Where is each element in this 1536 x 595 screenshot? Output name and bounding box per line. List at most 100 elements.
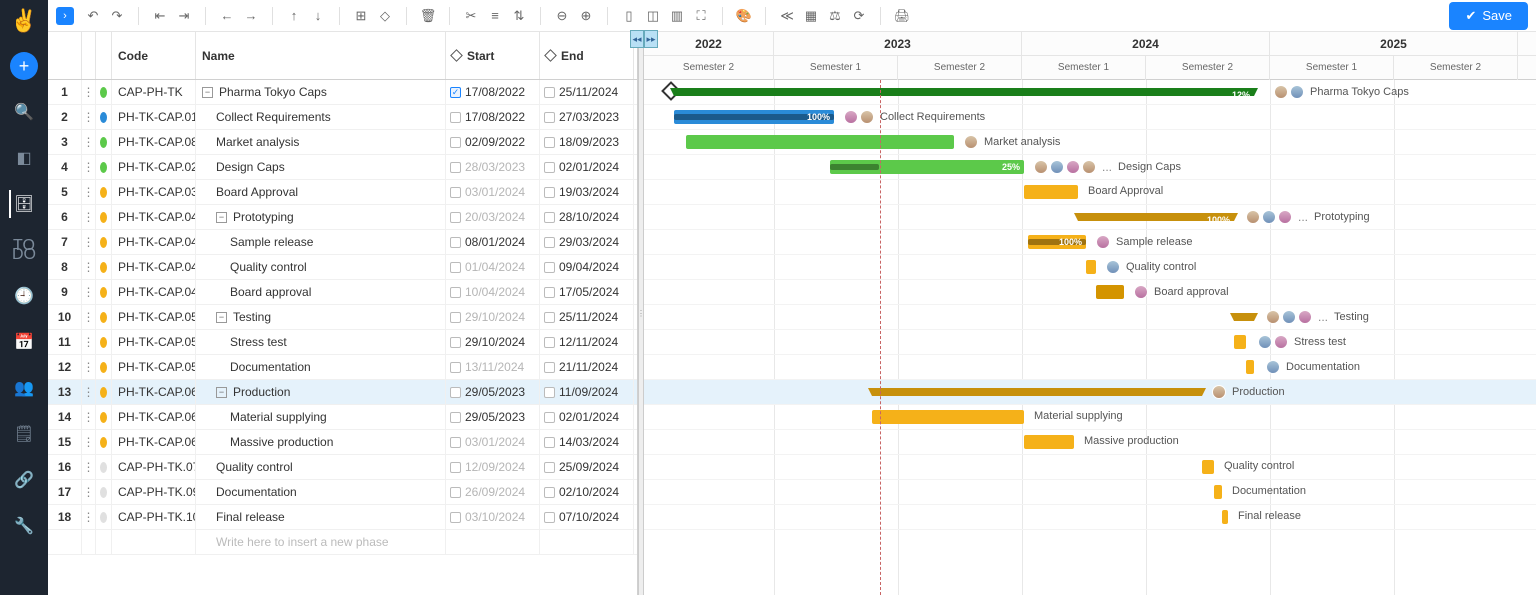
gantt-row[interactable]: 12%Pharma Tokyo Caps bbox=[644, 80, 1536, 105]
gantt-row[interactable]: Production bbox=[644, 380, 1536, 405]
zoom-out-icon[interactable]: ⊖ bbox=[553, 7, 571, 25]
print-icon[interactable]: 🖨 bbox=[893, 7, 911, 25]
end-checkbox[interactable] bbox=[544, 437, 555, 448]
gantt-row[interactable]: Massive production bbox=[644, 430, 1536, 455]
col-start-header[interactable]: Start bbox=[446, 32, 540, 79]
end-checkbox[interactable] bbox=[544, 487, 555, 498]
end-date[interactable]: 29/03/2024 bbox=[540, 230, 634, 254]
end-date[interactable]: 11/09/2024 bbox=[540, 380, 634, 404]
end-date[interactable]: 02/01/2024 bbox=[540, 155, 634, 179]
end-date[interactable]: 02/10/2024 bbox=[540, 480, 634, 504]
gantt-row[interactable]: Stress test bbox=[644, 330, 1536, 355]
end-checkbox[interactable] bbox=[544, 162, 555, 173]
link-icon[interactable]: 🔗 bbox=[10, 466, 38, 494]
task-code[interactable]: PH-TK-CAP.04.0 bbox=[112, 230, 196, 254]
start-date[interactable]: 29/10/2024 bbox=[446, 305, 540, 329]
start-checkbox[interactable] bbox=[450, 162, 461, 173]
start-date[interactable]: ✓17/08/2022 bbox=[446, 80, 540, 104]
start-date[interactable]: 03/01/2024 bbox=[446, 180, 540, 204]
start-date[interactable]: 02/09/2022 bbox=[446, 130, 540, 154]
task-code[interactable]: CAP-PH-TK.07 bbox=[112, 455, 196, 479]
gantt-row[interactable]: 100%...Prototyping bbox=[644, 205, 1536, 230]
end-date[interactable]: 25/11/2024 bbox=[540, 80, 634, 104]
task-name[interactable]: −Production bbox=[196, 380, 446, 404]
task-row[interactable]: 5⋮PH-TK-CAP.03Board Approval03/01/202419… bbox=[48, 180, 637, 205]
more-assignees[interactable]: ... bbox=[1298, 210, 1308, 224]
todo-icon[interactable]: TO DO bbox=[10, 236, 38, 264]
expand-toggle[interactable]: − bbox=[216, 212, 227, 223]
col-code-header[interactable]: Code bbox=[112, 32, 196, 79]
row-menu-icon[interactable]: ⋮ bbox=[82, 205, 96, 229]
end-checkbox[interactable] bbox=[544, 462, 555, 473]
gantt-bar[interactable] bbox=[1234, 313, 1254, 321]
row-menu-icon[interactable]: ⋮ bbox=[82, 430, 96, 454]
gantt-bar[interactable]: 100% bbox=[674, 110, 834, 124]
end-date[interactable]: 17/05/2024 bbox=[540, 280, 634, 304]
gantt-bar[interactable] bbox=[872, 388, 1202, 396]
search-icon[interactable]: 🔍 bbox=[10, 98, 38, 126]
start-date[interactable]: 03/10/2024 bbox=[446, 505, 540, 529]
start-date[interactable]: 29/05/2023 bbox=[446, 405, 540, 429]
gantt-row[interactable]: Board Approval bbox=[644, 180, 1536, 205]
assignee-avatar[interactable] bbox=[1274, 85, 1288, 99]
save-button[interactable]: ✔Save bbox=[1449, 2, 1528, 30]
task-code[interactable]: PH-TK-CAP.04 bbox=[112, 205, 196, 229]
assignee-avatar[interactable] bbox=[860, 110, 874, 124]
end-date[interactable]: 19/03/2024 bbox=[540, 180, 634, 204]
task-name[interactable]: Massive production bbox=[196, 430, 446, 454]
start-checkbox[interactable] bbox=[450, 387, 461, 398]
move-down-icon[interactable]: ↓ bbox=[309, 7, 327, 25]
task-row[interactable]: 7⋮PH-TK-CAP.04.0Sample release08/01/2024… bbox=[48, 230, 637, 255]
sort-icon[interactable]: ⇅ bbox=[510, 7, 528, 25]
row-menu-icon[interactable]: ⋮ bbox=[82, 230, 96, 254]
task-code[interactable]: PH-TK-CAP.06 bbox=[112, 380, 196, 404]
start-date[interactable]: 13/11/2024 bbox=[446, 355, 540, 379]
task-name[interactable]: Board approval bbox=[196, 280, 446, 304]
task-row[interactable]: 2⋮PH-TK-CAP.01Collect Requirements17/08/… bbox=[48, 105, 637, 130]
assignee-avatar[interactable] bbox=[1290, 85, 1304, 99]
redo-icon[interactable]: ↷ bbox=[108, 7, 126, 25]
start-checkbox[interactable] bbox=[450, 237, 461, 248]
outdent-icon[interactable]: ← bbox=[218, 7, 236, 25]
delete-icon[interactable]: 🗑 bbox=[419, 7, 437, 25]
task-code[interactable]: CAP-PH-TK bbox=[112, 80, 196, 104]
scroll-right-button[interactable]: ▸▸ bbox=[644, 30, 658, 48]
task-code[interactable]: PH-TK-CAP.01 bbox=[112, 105, 196, 129]
indent-icon[interactable]: → bbox=[242, 7, 260, 25]
row-menu-icon[interactable]: ⋮ bbox=[82, 180, 96, 204]
cut-icon[interactable]: ✂ bbox=[462, 7, 480, 25]
calendar-icon[interactable]: 📅 bbox=[10, 328, 38, 356]
task-code[interactable]: PH-TK-CAP.05.0 bbox=[112, 355, 196, 379]
end-checkbox[interactable] bbox=[544, 137, 555, 148]
toolbar-expand-button[interactable]: › bbox=[56, 7, 74, 25]
start-checkbox[interactable] bbox=[450, 337, 461, 348]
gantt-bar[interactable] bbox=[1024, 185, 1078, 199]
task-code[interactable]: PH-TK-CAP.06.0 bbox=[112, 405, 196, 429]
assignee-avatar[interactable] bbox=[1266, 310, 1280, 324]
end-date[interactable]: 25/09/2024 bbox=[540, 455, 634, 479]
task-row[interactable]: 6⋮PH-TK-CAP.04−Prototyping20/03/202428/1… bbox=[48, 205, 637, 230]
task-name[interactable]: Market analysis bbox=[196, 130, 446, 154]
assignee-avatar[interactable] bbox=[1274, 335, 1288, 349]
start-checkbox[interactable] bbox=[450, 362, 461, 373]
gantt-bar[interactable] bbox=[1222, 510, 1228, 524]
expand-toggle[interactable]: − bbox=[202, 87, 213, 98]
task-code[interactable]: PH-TK-CAP.08 bbox=[112, 130, 196, 154]
start-checkbox[interactable] bbox=[450, 487, 461, 498]
task-code[interactable]: PH-TK-CAP.06.0 bbox=[112, 430, 196, 454]
more-assignees[interactable]: ... bbox=[1102, 160, 1112, 174]
task-name[interactable]: Quality control bbox=[196, 255, 446, 279]
gantt-row[interactable]: Material supplying bbox=[644, 405, 1536, 430]
end-checkbox[interactable] bbox=[544, 312, 555, 323]
assignee-avatar[interactable] bbox=[1066, 160, 1080, 174]
gantt-row[interactable]: Quality control bbox=[644, 455, 1536, 480]
align-icon[interactable]: ≡ bbox=[486, 7, 504, 25]
assignee-avatar[interactable] bbox=[1106, 260, 1120, 274]
task-name[interactable]: Board Approval bbox=[196, 180, 446, 204]
row-menu-icon[interactable]: ⋮ bbox=[82, 455, 96, 479]
start-date[interactable]: 12/09/2024 bbox=[446, 455, 540, 479]
start-checkbox[interactable] bbox=[450, 112, 461, 123]
task-row[interactable]: 17⋮CAP-PH-TK.09Documentation26/09/202402… bbox=[48, 480, 637, 505]
assignee-avatar[interactable] bbox=[1050, 160, 1064, 174]
gantt-bar[interactable] bbox=[1096, 285, 1124, 299]
